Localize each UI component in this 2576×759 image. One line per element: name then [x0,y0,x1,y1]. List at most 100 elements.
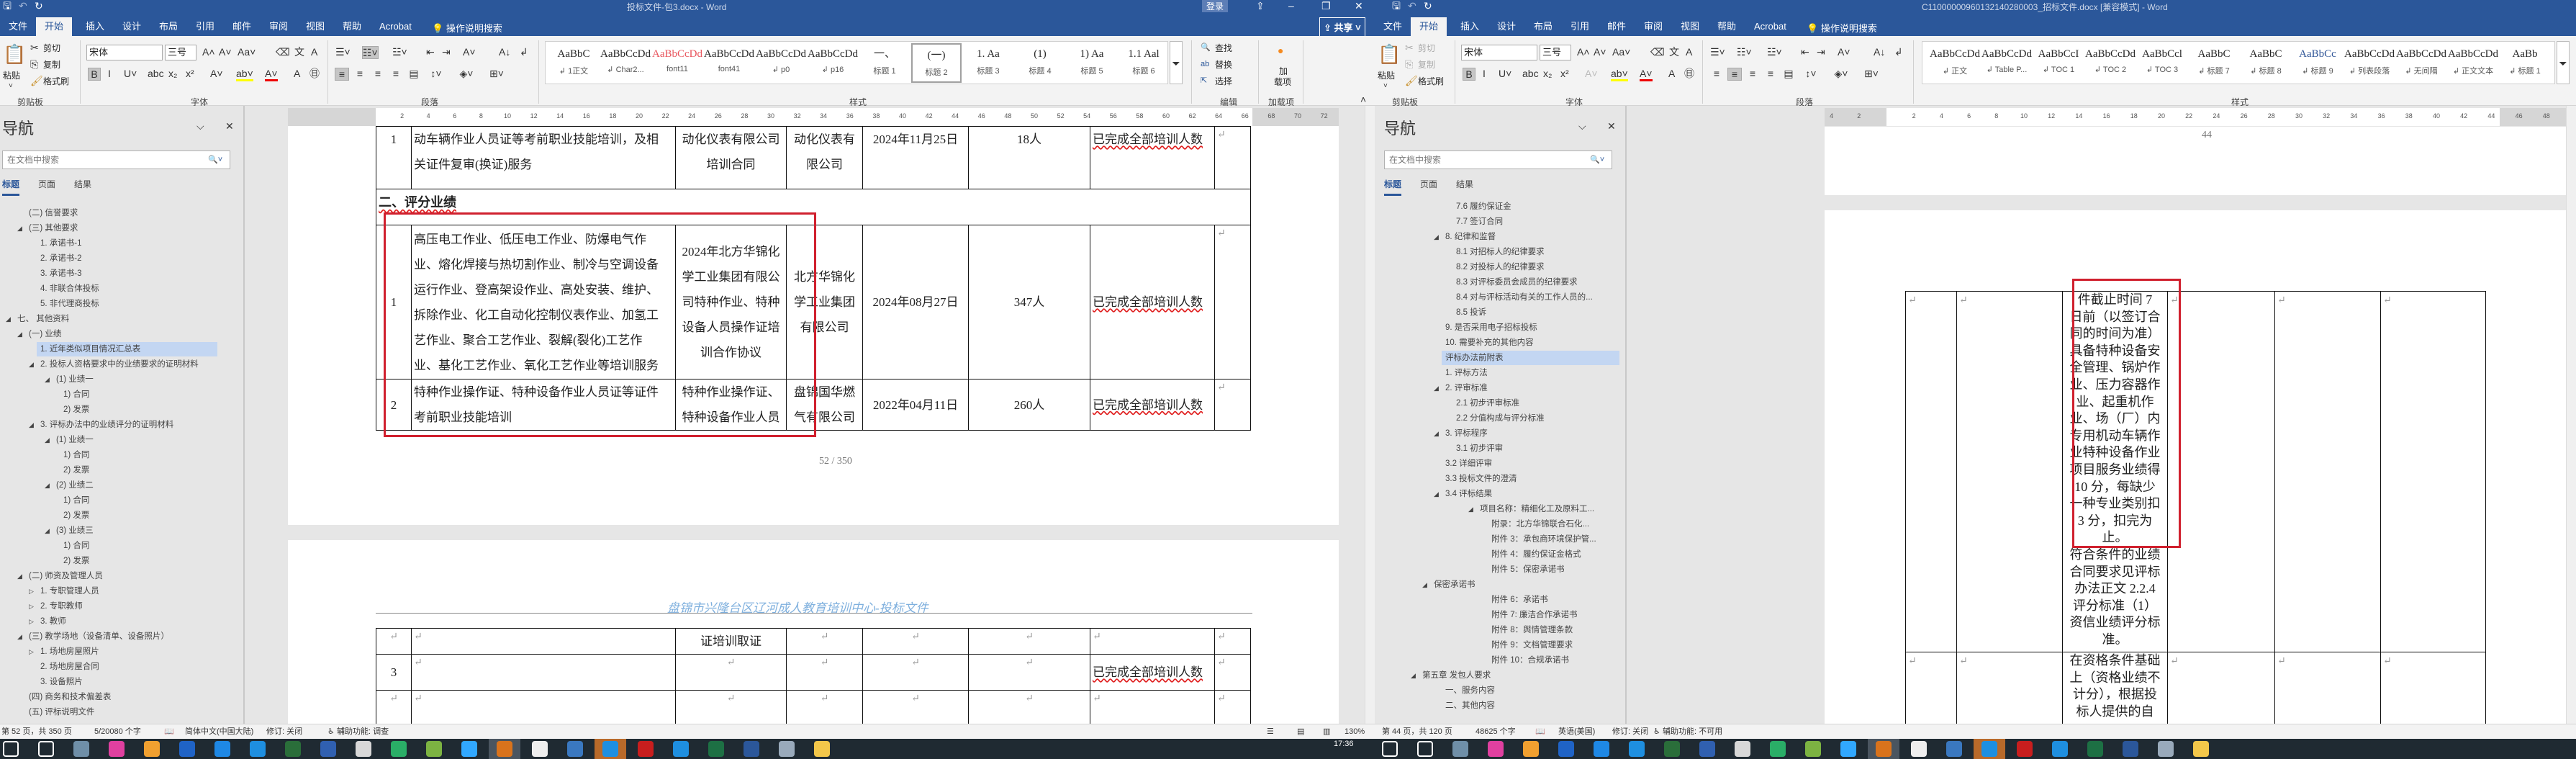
wechat-icon[interactable] [391,741,407,757]
copy-button[interactable]: 复制 [43,58,60,71]
bullets-icon[interactable]: ☰˅ [1710,46,1725,58]
copy-icon[interactable]: ⎘ [1405,58,1413,70]
xn-app-icon[interactable] [567,741,583,757]
nav-heading-item[interactable]: 3.4 评标结果 [1445,487,1492,501]
photo-app-icon[interactable] [1523,741,1539,757]
format-painter-icon[interactable]: 🖌 [30,75,43,86]
nav-tab-1[interactable]: 页面 [1420,178,1437,190]
search-icon[interactable] [38,741,54,757]
nav-heading-item[interactable]: 附件 10：合规承诺书 [1491,653,1569,668]
text-effects-icon[interactable]: A˅ [210,68,223,79]
collapsed-triangle-icon[interactable]: ▷ [29,648,34,656]
character-shading-icon[interactable]: A [294,68,300,79]
decrease-indent-icon[interactable]: ⇤ [426,46,435,58]
tab-1[interactable]: 开始 [1411,17,1447,36]
font-size-field[interactable]: 三号 [165,45,196,60]
tab-6[interactable]: 邮件 [228,17,256,36]
nav-heading-item[interactable]: 评标办法前附表 [1445,351,1504,365]
collapsed-triangle-icon[interactable]: ▷ [29,618,34,626]
nav-heading-item[interactable]: 1. 专职管理人员 [40,584,99,598]
format-painter-icon[interactable]: 🖌 [1405,75,1418,86]
align-center-icon[interactable]: ≡ [353,68,367,79]
replace-button[interactable]: 替换 [1215,58,1232,71]
cut-button[interactable]: 剪切 [43,42,60,54]
style-item[interactable]: AaBbCcDdI font41 [704,43,754,83]
tab-1[interactable]: 开始 [36,17,73,36]
asian-layout-icon[interactable]: A˅ [1838,46,1850,58]
tab-10[interactable]: Acrobat [1750,17,1791,36]
show-marks-icon[interactable]: ↲ [520,46,528,58]
distributed-icon[interactable]: ▤ [1781,68,1796,79]
copy-icon[interactable]: ⎘ [30,58,38,70]
numbering-icon[interactable]: ☷˅ [362,46,379,59]
nav-heading-item[interactable]: 3. 评标程序 [1445,426,1488,441]
style-item[interactable]: AaBbCcDdI font11 [652,43,702,83]
style-item[interactable]: AaBbCcDd ↲ 无间隔 [2396,43,2446,83]
expanded-triangle-icon[interactable]: ◢ [1411,672,1416,680]
word-icon[interactable] [744,741,759,757]
find-icon[interactable]: 🔍 [1201,42,1211,53]
subscript-icon[interactable]: x₂ [1543,68,1552,79]
cut-icon[interactable]: ✂ [30,42,39,53]
browser-app-icon[interactable] [250,741,266,757]
proofing-icon[interactable]: 📖 [164,724,174,739]
nav-heading-item[interactable]: (二) 师资及管理人员 [29,569,103,583]
collapse-ribbon-icon[interactable]: ˄ [1360,94,1366,105]
addins-icon[interactable]: ● [1278,45,1283,56]
restore-icon[interactable]: ❐ [1321,0,1331,12]
nav-heading-item[interactable]: 5. 非代理商投标 [40,297,99,311]
nav-heading-item[interactable]: 3.3 投标文件的澄清 [1445,472,1517,486]
align-left-icon[interactable]: ≡ [1709,68,1724,79]
style-item[interactable]: 1) Aa 标题 5 [1067,43,1117,83]
nav-heading-item[interactable]: 8. 纪律和监督 [1445,230,1496,244]
nav-heading-item[interactable]: 一、服务内容 [1445,683,1495,698]
nav-heading-item[interactable]: 附件 6：承诺书 [1491,593,1548,607]
phonetic-guide-icon[interactable]: 文 [294,46,304,58]
sort-icon[interactable]: A↓ [1874,46,1885,58]
photo-app-icon[interactable] [144,741,160,757]
subscript-icon[interactable]: x₂ [168,68,177,79]
addins-button-line2[interactable]: 载项 [1274,76,1291,88]
proofing-icon[interactable]: 📖 [1535,724,1545,739]
qq-icon[interactable] [532,741,548,757]
character-border-icon[interactable]: A [1686,46,1692,58]
flashlight-app-icon[interactable] [1735,741,1750,757]
borders-icon[interactable]: ⊞˅ [489,68,504,79]
undo-icon[interactable]: ↶ [19,0,27,12]
shrink-font-icon[interactable]: A˅ [1594,46,1606,58]
nav-heading-item[interactable]: 8.5 投诉 [1456,305,1486,320]
character-shading-icon[interactable]: A [1668,68,1675,79]
flashlight-app-icon[interactable] [356,741,371,757]
bold-icon[interactable]: B [1463,68,1475,81]
nav-heading-item[interactable]: 2. 评审标准 [1445,381,1488,395]
green-dark-app-icon[interactable] [285,741,301,757]
format-painter-button[interactable]: 格式刷 [1418,75,1444,87]
tab-9[interactable]: 帮助 [338,17,366,36]
select-button[interactable]: 选择 [1215,75,1232,87]
edge-app-icon[interactable] [673,741,689,757]
style-item[interactable]: AaBbCcDd ↲ TOC 2 [2085,43,2136,83]
expanded-triangle-icon[interactable]: ◢ [6,315,11,323]
color-wheel-app-icon[interactable] [1488,741,1504,757]
change-case-icon[interactable]: Aa˅ [1612,46,1630,58]
find-button[interactable]: 查找 [1215,42,1232,54]
style-item[interactable]: AaBbCcDd ↲ 正文 [1930,43,1980,83]
clear-formatting-icon[interactable]: ⌫ [1650,46,1665,58]
tab-7[interactable]: 审阅 [265,17,292,36]
expanded-triangle-icon[interactable]: ◢ [17,225,22,233]
nav-heading-item[interactable]: 2) 发票 [63,508,89,523]
globe-app-icon[interactable] [320,741,336,757]
blue-circle-app-icon[interactable] [1981,741,1997,757]
style-item[interactable]: AaBbCcDd ↲ p16 [808,43,858,83]
tab-9[interactable]: 帮助 [1713,17,1740,36]
decrease-indent-icon[interactable]: ⇤ [1801,46,1809,58]
nav-heading-item[interactable]: (一) 业绩 [29,327,61,341]
expanded-triangle-icon[interactable]: ◢ [1422,581,1427,589]
align-left-icon[interactable]: ≡ [335,68,349,81]
nav-close-icon[interactable]: ✕ [225,120,234,132]
focus-mode-icon[interactable]: ☰ [1267,724,1274,739]
windows-start-icon[interactable] [3,741,19,757]
nav-heading-item[interactable]: 9. 是否采用电子招标投标 [1445,320,1537,335]
expanded-triangle-icon[interactable]: ◢ [1468,506,1473,513]
style-item[interactable]: AaBbCcl ↲ TOC 3 [2137,43,2187,83]
